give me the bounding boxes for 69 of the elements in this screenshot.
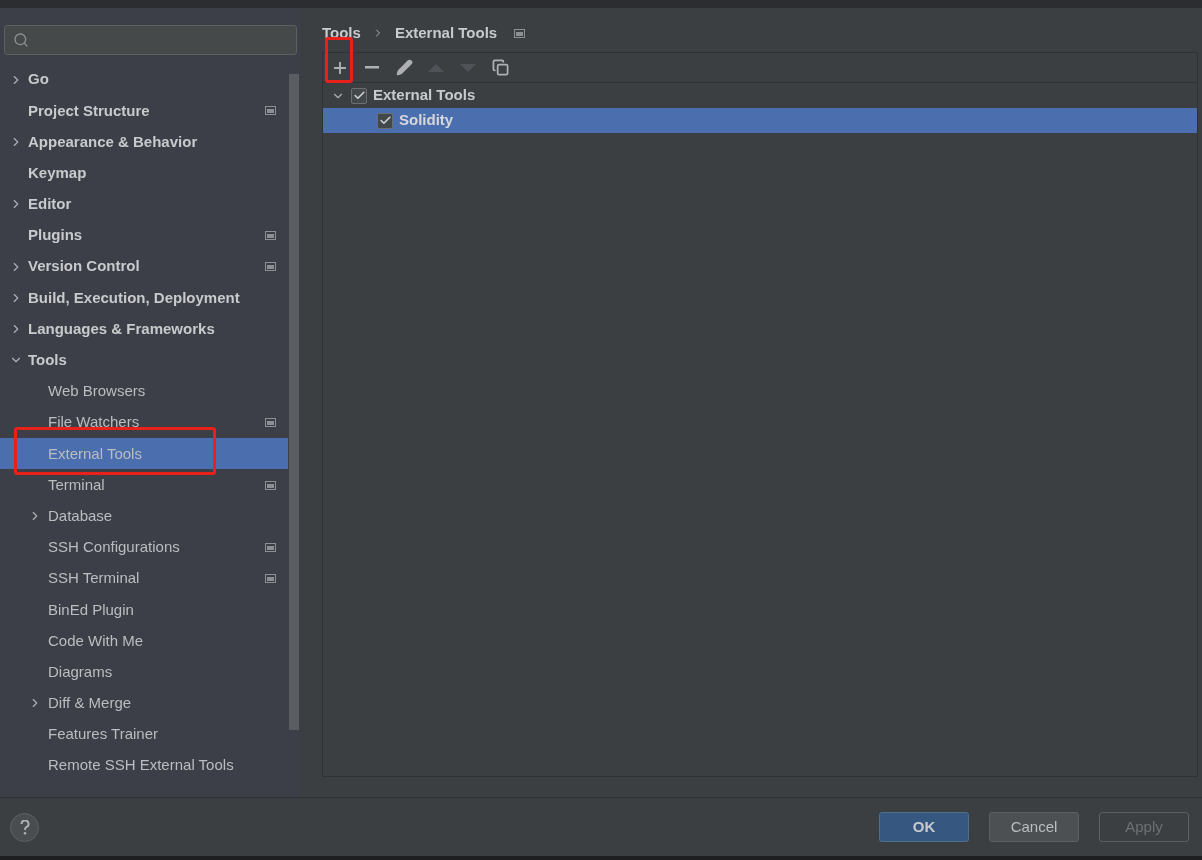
tree-row[interactable]: External Tools [323,83,1197,108]
sidebar-item-label: Languages & Frameworks [28,318,216,339]
project-scope-icon [265,480,276,490]
question-mark-icon [19,819,30,835]
project-scope-icon [265,106,276,116]
sidebar-item[interactable]: Tools [0,344,288,376]
sidebar-item[interactable]: Code With Me [0,625,288,657]
tree-row-label: Solidity [399,110,454,131]
sidebar-item-label: SSH Configurations [48,537,181,558]
breadcrumb-item[interactable]: External Tools [394,21,498,45]
sidebar-item-label: Diff & Merge [48,693,133,714]
sidebar-item-label: Web Browsers [48,381,147,402]
sidebar-item[interactable]: Plugins [0,219,288,252]
sidebar-item-label: Database [48,505,114,526]
sidebar-item-label: Build, Execution, Deployment [28,287,241,308]
sidebar-item[interactable]: Database [0,500,288,532]
project-scope-icon [265,574,276,584]
pencil-icon [395,59,413,76]
project-scope-icon [514,28,526,38]
sidebar-item-label: Appearance & Behavior [28,131,199,152]
sidebar-item[interactable]: Diagrams [0,656,288,688]
sidebar-item[interactable]: SSH Terminal [0,563,288,595]
sidebar-item[interactable]: Terminal [0,469,288,501]
sidebar-item-label: BinEd Plugin [48,599,135,620]
sidebar-item-label: Keymap [28,162,88,183]
checkbox[interactable] [377,112,393,129]
search-icon [13,32,29,48]
tree-row[interactable]: Solidity [323,108,1197,133]
sidebar-item-label: Plugins [28,225,84,246]
copy-icon [491,59,509,76]
sidebar-item[interactable]: Keymap [0,157,288,189]
sidebar-item[interactable]: Version Control [0,251,288,283]
project-scope-icon [265,262,276,272]
sidebar-item-label: Go [28,69,50,90]
sidebar-item[interactable]: Remote SSH External Tools [0,750,288,782]
sidebar-item-label: External Tools [48,443,143,464]
sidebar-item[interactable]: Editor [0,188,288,220]
project-scope-icon [265,231,276,241]
sidebar-item-label: Diagrams [48,661,114,682]
sidebar-item[interactable]: Features Trainer [0,718,288,751]
sidebar-item-label: Editor [28,194,73,215]
sidebar-item-label: SSH Terminal [48,568,141,589]
sidebar-item[interactable]: SSH Configurations [0,531,288,563]
sidebar-item-label: File Watchers [48,412,141,433]
sidebar-item[interactable]: Go [0,64,288,96]
checkbox[interactable] [351,87,367,104]
ok-button[interactable]: OK [879,812,969,842]
sidebar-item-label: Code With Me [48,630,145,651]
sidebar-item-label: Version Control [28,256,141,277]
sidebar-item[interactable]: Build, Execution, Deployment [0,282,288,314]
sidebar-item[interactable]: Project Structure [0,95,288,127]
project-scope-icon [265,418,276,428]
sidebar-item-label: Remote SSH External Tools [48,755,235,776]
sidebar-item-label: Features Trainer [48,724,160,745]
tree-row-label: External Tools [373,85,476,106]
sidebar-item[interactable]: Appearance & Behavior [0,126,288,158]
help-button[interactable] [10,812,39,842]
sidebar-item-label: Tools [28,350,68,371]
search-field[interactable] [4,25,297,55]
sidebar-item-label: Terminal [48,474,106,495]
project-scope-icon [265,542,276,552]
sidebar-item[interactable]: BinEd Plugin [0,594,288,626]
remove-icon [365,66,379,69]
sidebar-item[interactable]: File Watchers [0,407,288,439]
sidebar-item[interactable]: Web Browsers [0,375,288,408]
sidebar-item[interactable]: Diff & Merge [0,687,288,719]
sidebar-item-label: Project Structure [28,100,151,121]
dialog-button[interactable]: Cancel [989,812,1079,842]
sidebar-item[interactable]: Languages & Frameworks [0,313,288,345]
